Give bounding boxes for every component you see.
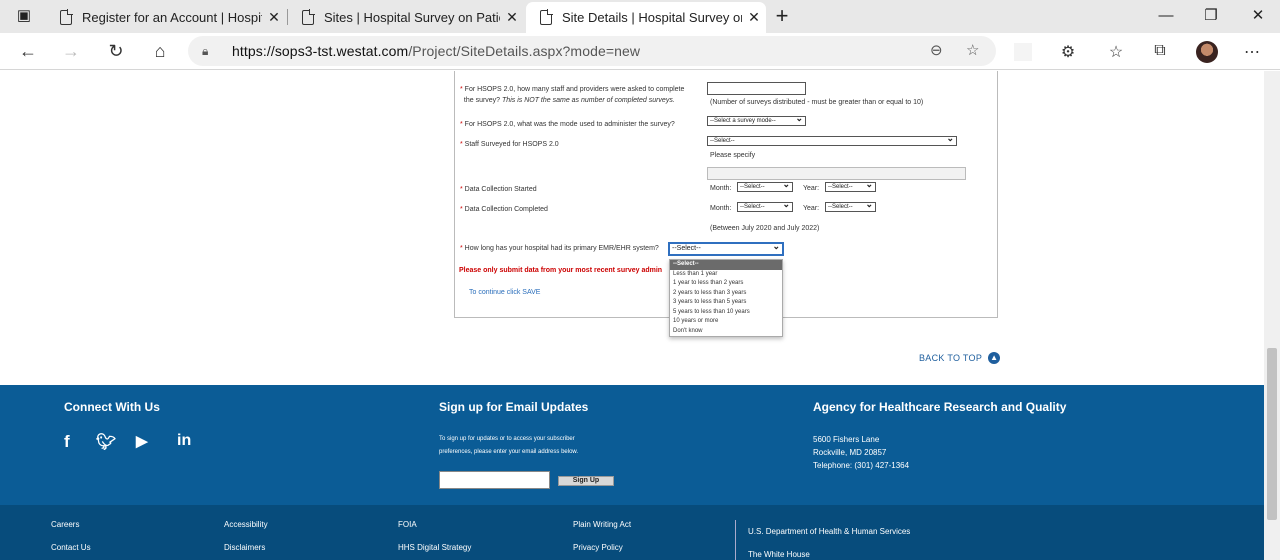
tab-title: Sites | Hospital Survey on Patient (324, 10, 500, 25)
footer-links: Careers Contact Us Accessibility Disclai… (0, 505, 1264, 560)
arrow-up-icon: ▲ (988, 352, 1001, 364)
minimize-icon[interactable]: — (1156, 6, 1176, 26)
month-label: Month: (710, 185, 732, 192)
favorite-add-icon[interactable]: ☆ (966, 41, 979, 59)
footer-divider (735, 520, 736, 560)
dropdown-option[interactable]: --Select-- (670, 260, 782, 270)
email-input[interactable] (439, 471, 550, 489)
staff-asked-input[interactable] (707, 82, 806, 95)
accessibility-link[interactable]: Accessibility (224, 520, 268, 529)
page-icon (60, 9, 73, 25)
extension-icon[interactable] (1014, 43, 1032, 61)
agency-address: 5600 Fishers Lane Rockville, MD 20857 Tele… (813, 435, 910, 470)
collections-icon[interactable]: ⧉ (1150, 42, 1170, 60)
survey-mode-select[interactable]: --Select a survey mode-- (707, 114, 806, 126)
new-tab-button[interactable]: + (772, 5, 792, 27)
white-house-link[interactable]: The White House (748, 550, 810, 559)
forward-arrow-icon[interactable]: → (59, 39, 83, 63)
back-arrow-icon[interactable]: ← (16, 39, 40, 63)
youtube-icon[interactable]: ▶ (136, 432, 148, 450)
window-close-icon[interactable]: ✕ (1248, 6, 1268, 26)
close-icon[interactable]: ✕ (742, 9, 766, 26)
connect-heading: Connect With Us (64, 400, 160, 414)
tab-title: Site Details | Hospital Survey on P (562, 10, 742, 25)
close-icon[interactable]: ✕ (262, 9, 286, 26)
question-completed: * Data Collection Completed (460, 206, 548, 213)
question-started: * Data Collection Started (460, 186, 537, 193)
please-specify-label: Please specify (710, 152, 756, 159)
zoom-icon[interactable]: ⊖ (930, 41, 943, 59)
extensions-icon[interactable]: ⚙ (1058, 42, 1078, 62)
foia-link[interactable]: FOIA (398, 520, 417, 529)
emr-duration-dropdown[interactable]: --Select-- Less than 1 year 1 year to le… (669, 259, 783, 337)
contact-link[interactable]: Contact Us (51, 543, 91, 552)
tab-actions-icon[interactable]: ▣ (14, 6, 34, 26)
dropdown-option[interactable]: 5 years to less than 10 years (670, 308, 782, 318)
back-to-top-label: BACK TO TOP (919, 353, 983, 363)
address-toolbar: ← → ↻ ⌂ 🔒︎ https://sops3-tst.westat.com/… (0, 33, 1280, 70)
continue-save-link[interactable]: To continue click SAVE (469, 289, 540, 296)
url-bar[interactable]: 🔒︎ https://sops3-tst.westat.com/Project/… (188, 36, 996, 66)
scrollbar-thumb[interactable] (1267, 348, 1277, 520)
close-icon[interactable]: ✕ (500, 9, 524, 26)
warning-message: Please only submit data from your most r… (459, 267, 663, 274)
page-content: * For HSOPS 2.0, how many staff and prov… (0, 71, 1264, 560)
question-staff-surveyed: * Staff Surveyed for HSOPS 2.0 (460, 141, 559, 148)
linkedin-icon[interactable]: in (177, 432, 191, 450)
distributed-hint: (Number of surveys distributed - must be… (710, 99, 924, 106)
dropdown-option[interactable]: 2 years to less than 3 years (670, 289, 782, 299)
tab-register[interactable]: Register for an Account | Hospita ✕ (46, 2, 286, 33)
page-icon (302, 9, 315, 25)
date-range-hint: (Between July 2020 and July 2022) (710, 225, 820, 232)
facebook-icon[interactable]: f (64, 432, 70, 452)
home-icon[interactable]: ⌂ (148, 39, 172, 63)
url-text[interactable]: https://sops3-tst.westat.com/Project/Sit… (232, 43, 640, 59)
emr-duration-select[interactable]: --Select-- (668, 241, 784, 256)
agency-heading: Agency for Healthcare Research and Quali… (813, 400, 1067, 414)
dropdown-option[interactable]: Less than 1 year (670, 270, 782, 280)
year-label: Year: (803, 205, 820, 212)
more-menu-icon[interactable]: ⋯ (1242, 42, 1262, 62)
month-label: Month: (710, 205, 732, 212)
footer-main: Connect With Us f 🐦︎ ▶ in Sign up for Em… (0, 385, 1264, 505)
question-staff-asked: * For HSOPS 2.0, how many staff and prov… (460, 86, 685, 104)
hhs-link[interactable]: U.S. Department of Health & Human Servic… (748, 527, 910, 536)
question-mode: * For HSOPS 2.0, what was the mode used … (460, 121, 675, 128)
please-specify-input[interactable] (707, 167, 966, 180)
dropdown-option[interactable]: 10 years or more (670, 317, 782, 327)
plain-writing-link[interactable]: Plain Writing Act (573, 520, 631, 529)
lock-icon: 🔒︎ (202, 44, 209, 58)
tab-title: Register for an Account | Hospita (82, 10, 262, 25)
tab-site-details[interactable]: Site Details | Hospital Survey on P ✕ (526, 2, 766, 33)
twitter-icon[interactable]: 🐦︎ (96, 432, 116, 452)
staff-surveyed-select[interactable]: --Select-- (707, 134, 957, 146)
careers-link[interactable]: Careers (51, 520, 79, 529)
year-label: Year: (803, 185, 820, 192)
dropdown-option[interactable]: 3 years to less than 5 years (670, 298, 782, 308)
restore-icon[interactable]: ❐ (1201, 6, 1221, 26)
start-month-select[interactable]: --Select-- (737, 180, 793, 192)
refresh-icon[interactable]: ↻ (104, 39, 128, 63)
end-year-select[interactable]: --Select-- (825, 200, 876, 212)
end-month-select[interactable]: --Select-- (737, 200, 793, 212)
page-icon (540, 9, 553, 25)
tab-sites[interactable]: Sites | Hospital Survey on Patient ✕ (288, 2, 524, 33)
privacy-link[interactable]: Privacy Policy (573, 543, 623, 552)
scrollbar[interactable] (1264, 71, 1280, 560)
disclaimers-link[interactable]: Disclaimers (224, 543, 265, 552)
tab-bar: ▣ Register for an Account | Hospita ✕ Si… (0, 0, 1280, 33)
avatar[interactable] (1196, 41, 1218, 63)
signup-button[interactable]: Sign Up (558, 476, 614, 486)
dropdown-option[interactable]: Don't know (670, 327, 782, 337)
signup-text: To sign up for updates or to access your… (439, 436, 579, 455)
favorites-icon[interactable]: ☆ (1106, 42, 1126, 62)
hhs-digital-link[interactable]: HHS Digital Strategy (398, 543, 471, 552)
back-to-top-link[interactable]: BACK TO TOP ▲ (919, 352, 1001, 364)
start-year-select[interactable]: --Select-- (825, 180, 876, 192)
question-emr: * How long has your hospital had its pri… (460, 245, 659, 252)
signup-heading: Sign up for Email Updates (439, 400, 589, 414)
dropdown-option[interactable]: 1 year to less than 2 years (670, 279, 782, 289)
